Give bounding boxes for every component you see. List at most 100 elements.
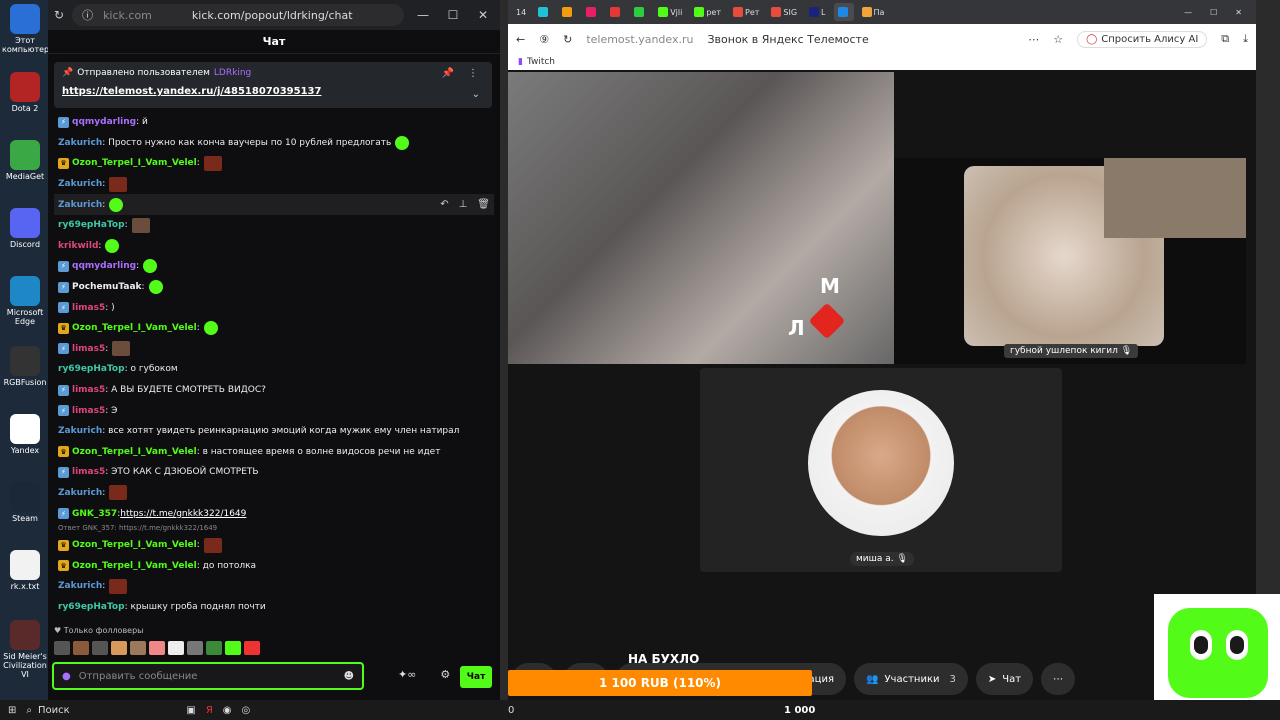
window-minimize-icon[interactable]: — [1184, 8, 1192, 17]
chat-username[interactable]: Zakurich [58, 581, 102, 591]
browser-taskbar-icon[interactable]: ◉ [223, 705, 232, 716]
chat-message[interactable]: ♛ Ozon_Terpel_I_Vam_Velel: [54, 535, 494, 556]
back-icon[interactable]: ↻ [54, 8, 64, 22]
main-video-tile[interactable]: М Л [508, 72, 894, 364]
chat-message[interactable]: Zakurich: [54, 483, 494, 504]
emote-quick[interactable] [206, 641, 222, 655]
chat-message[interactable]: ⚡ GNK_357: https://t.me/gnkkk322/1649 [54, 503, 494, 524]
desktop-icon[interactable]: Discord [2, 208, 48, 249]
chat-message[interactable]: Zakurich: Просто нужно как конча ваучеры… [54, 133, 494, 154]
chat-username[interactable]: Zakurich [58, 179, 102, 189]
chat-username[interactable]: qqmydarling [72, 261, 136, 271]
yandex-logo-icon[interactable]: ⑨ [539, 33, 549, 46]
chat-username[interactable]: Ozon_Terpel_I_Vam_Velel [72, 158, 197, 168]
points-icon[interactable]: ✦∞ [398, 668, 416, 681]
emote-quick[interactable] [149, 641, 165, 655]
window-close-icon[interactable]: ✕ [1235, 8, 1242, 17]
chat-username[interactable]: Ozon_Terpel_I_Vam_Velel [72, 561, 197, 571]
reply-reference[interactable]: Ответ GNK_357: https://t.me/gnkkk322/164… [54, 524, 494, 535]
desktop-icon[interactable]: Dota 2 [2, 72, 48, 113]
extension-icon[interactable]: ⧉ [1221, 32, 1229, 46]
chat-link[interactable]: https://t.me/gnkkk322/1649 [120, 509, 246, 519]
pinned-link[interactable]: https://telemost.yandex.ru/j/48518070395… [62, 86, 484, 97]
emote-quick[interactable] [168, 641, 184, 655]
task-view-icon[interactable]: ▣ [186, 705, 195, 716]
chat-message[interactable]: ⚡ limas5: [54, 339, 494, 360]
reply-icon[interactable]: ↶ [440, 199, 448, 210]
emote-quick[interactable] [92, 641, 108, 655]
kick-url-field[interactable]: ⓘ kick.com kick.com/popout/ldrking/chat [72, 4, 404, 26]
chat-message[interactable]: ⚡ limas5: Э [54, 400, 494, 421]
pinned-by-user[interactable]: LDRking [214, 68, 251, 78]
desktop-icon[interactable]: rk.x.txt [2, 550, 48, 591]
site-info-icon[interactable]: ⓘ [82, 7, 93, 23]
desktop-icon[interactable]: Этот компьютер [2, 4, 49, 54]
chat-username[interactable]: Zakurich [58, 138, 102, 148]
desktop-icon[interactable]: Yandex [2, 414, 48, 455]
emote-quick[interactable] [244, 641, 260, 655]
screen-share-tile[interactable]: губной ушлепок кигил 🎙 [894, 158, 1246, 364]
chat-username[interactable]: krikwild [58, 241, 98, 251]
bookmark-icon[interactable]: ☆ [1053, 33, 1063, 46]
browser-tab[interactable] [558, 3, 578, 21]
chat-username[interactable]: Ozon_Terpel_I_Vam_Velel [72, 447, 197, 457]
send-chat-button[interactable]: Чат [460, 666, 492, 688]
browser-tab[interactable] [606, 3, 626, 21]
browser-tab[interactable]: Рет [729, 3, 763, 21]
emote-quick[interactable] [187, 641, 203, 655]
browser-tab[interactable]: рет [690, 3, 725, 21]
chat-message[interactable]: ry69epHaTop: крышку гроба поднял почти [54, 597, 494, 618]
desktop-icon[interactable]: RGBFusion [2, 346, 48, 387]
chat-message[interactable]: ⚡ limas5: ) [54, 297, 494, 318]
chat-username[interactable]: limas5 [72, 344, 105, 354]
chat-username[interactable]: limas5 [72, 385, 105, 395]
maximize-icon[interactable]: ☐ [442, 8, 464, 22]
chat-message[interactable]: ⚡ qqmydarling: й [54, 112, 494, 133]
ask-alice-button[interactable]: ◯ Спросить Алису AI [1077, 30, 1208, 48]
chat-message[interactable]: ♛ Ozon_Terpel_I_Vam_Velel: [54, 318, 494, 339]
emote-quick[interactable] [111, 641, 127, 655]
desktop-icon[interactable]: Steam [2, 482, 48, 523]
chat-username[interactable]: limas5 [72, 467, 105, 477]
emoji-icon[interactable]: ☻ [344, 671, 354, 682]
delete-icon[interactable]: 🗑 [477, 199, 490, 210]
emote-quick[interactable] [225, 641, 241, 655]
more-icon[interactable]: ⋮ [468, 68, 478, 79]
pin-icon[interactable]: 📌 [442, 68, 454, 79]
yandex-taskbar-icon[interactable]: Я [206, 705, 213, 716]
steam-taskbar-icon[interactable]: ◎ [242, 705, 251, 716]
chat-username[interactable]: Zakurich [58, 488, 102, 498]
chat-username[interactable]: Zakurich [58, 426, 102, 436]
tab-count[interactable]: 14 [512, 3, 530, 21]
emote-quick[interactable] [73, 641, 89, 655]
chat-username[interactable]: limas5 [72, 303, 105, 313]
back-arrow-icon[interactable]: ← [516, 33, 525, 46]
chat-message[interactable]: Zakurich: [54, 576, 494, 597]
chat-username[interactable]: ry69epHaTop [58, 602, 125, 612]
taskbar-search[interactable]: ⌕ Поиск [26, 705, 176, 716]
address-field[interactable]: telemost.yandex.ru Звонок в Яндекс Телем… [586, 33, 868, 46]
chat-username[interactable]: Zakurich [58, 200, 102, 210]
chat-username[interactable]: PochemuTaak [72, 282, 142, 292]
chat-username[interactable]: Ozon_Terpel_I_Vam_Velel [72, 323, 197, 333]
participant-tile[interactable]: миша а. 🎙 [700, 368, 1062, 572]
windows-start-icon[interactable]: ⊞ [8, 705, 16, 716]
chat-message[interactable]: ⚡ limas5: ЭТО КАК С ДЗЮБОЙ СМОТРЕТЬ [54, 462, 494, 483]
settings-gear-icon[interactable]: ⚙ [440, 668, 450, 681]
chat-input[interactable]: ● Отправить сообщение ☻ [52, 662, 364, 690]
chat-message[interactable]: Zakurich: все хотят увидеть реинкарнацию… [54, 421, 494, 442]
chat-message[interactable]: ry69epHaTop: [54, 215, 494, 236]
browser-tab[interactable]: Vjli [654, 3, 686, 21]
browser-tab[interactable]: L [805, 3, 829, 21]
chat-username[interactable]: ry69epHaTop [58, 364, 125, 374]
browser-tab[interactable]: SIG [767, 3, 801, 21]
browser-tab[interactable]: Па [858, 3, 889, 21]
emote-quick[interactable] [130, 641, 146, 655]
chat-username[interactable]: limas5 [72, 406, 105, 416]
more-dots-icon[interactable]: ⋯ [1028, 33, 1039, 46]
browser-tab[interactable] [582, 3, 602, 21]
chat-message[interactable]: ⚡ limas5: А ВЫ БУДЕТЕ СМОТРЕТЬ ВИДОС? [54, 380, 494, 401]
chat-message[interactable]: Zakurich: [54, 174, 494, 195]
chat-username[interactable]: qqmydarling [72, 117, 136, 127]
minimize-icon[interactable]: — [412, 8, 434, 22]
